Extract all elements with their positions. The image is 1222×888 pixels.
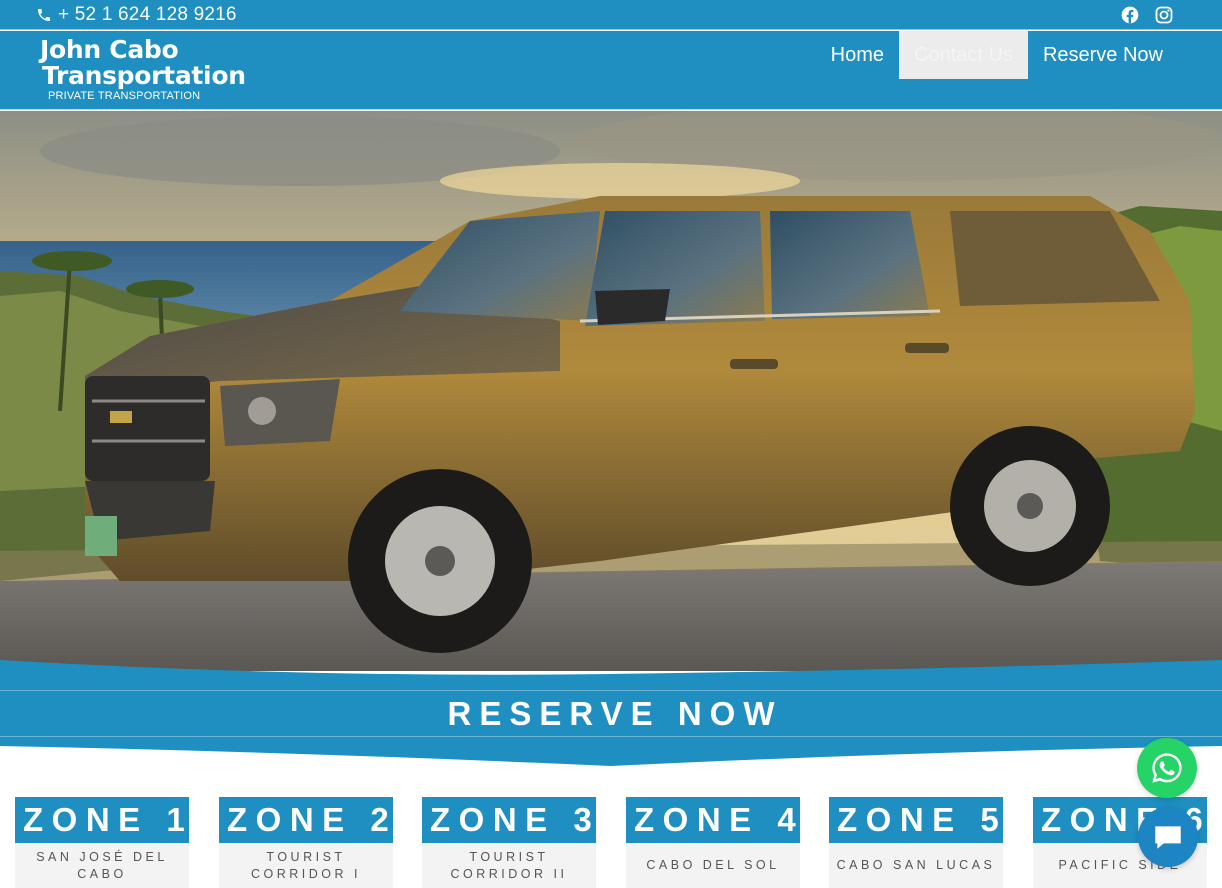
zone-title: ZONE 1 [15, 797, 189, 843]
zone-card-4[interactable]: ZONE 4 CABO DEL SOL [626, 797, 800, 888]
phone-icon [38, 9, 50, 21]
zone-title: ZONE 2 [219, 797, 393, 843]
facebook-icon[interactable] [1120, 5, 1140, 25]
zone-card-1[interactable]: ZONE 1 SAN JOSÉ DEL CABO [15, 797, 189, 888]
site-header: John Cabo Transportation PRIVATE TRANSPO… [0, 31, 1222, 110]
zone-title: ZONE 3 [422, 797, 596, 843]
zones-list: ZONE 1 SAN JOSÉ DEL CABO ZONE 2 TOURIST … [15, 797, 1222, 888]
logo-line-1: John Cabo [40, 35, 179, 64]
chat-bubble-icon [1155, 826, 1181, 849]
zone-subtitle: SAN JOSÉ DEL CABO [15, 843, 189, 888]
nav-contact-us[interactable]: Contact Us [899, 31, 1028, 79]
phone-link[interactable]: + 52 1 624 128 9216 [36, 3, 237, 27]
instagram-icon[interactable] [1154, 5, 1174, 25]
nav-home[interactable]: Home [816, 31, 899, 79]
whatsapp-button[interactable] [1137, 738, 1197, 798]
zone-subtitle: TOURIST CORRIDOR I [219, 843, 393, 888]
whatsapp-icon [1152, 753, 1182, 783]
logo-line-2: Transportation [42, 61, 246, 90]
zone-subtitle: CABO SAN LUCAS [829, 843, 1003, 888]
hero-image [0, 111, 1222, 671]
nav-reserve-now[interactable]: Reserve Now [1028, 31, 1178, 79]
reserve-now-heading[interactable]: RESERVE NOW [0, 691, 1222, 737]
main-nav: Home Contact Us Reserve Now [816, 31, 1178, 79]
top-bar: + 52 1 624 128 9216 [0, 0, 1222, 30]
zone-title: ZONE 5 [829, 797, 1003, 843]
zone-card-2[interactable]: ZONE 2 TOURIST CORRIDOR I [219, 797, 393, 888]
chat-button[interactable] [1138, 807, 1198, 867]
logo-tagline: PRIVATE TRANSPORTATION [48, 90, 201, 102]
social-links [1120, 5, 1174, 25]
phone-number: + 52 1 624 128 9216 [58, 4, 237, 25]
zone-subtitle: CABO DEL SOL [626, 843, 800, 888]
zone-card-3[interactable]: ZONE 3 TOURIST CORRIDOR II [422, 797, 596, 888]
site-logo[interactable]: John Cabo Transportation PRIVATE TRANSPO… [40, 35, 246, 103]
zone-subtitle: TOURIST CORRIDOR II [422, 843, 596, 888]
zone-title: ZONE 4 [626, 797, 800, 843]
zone-card-5[interactable]: ZONE 5 CABO SAN LUCAS [829, 797, 1003, 888]
